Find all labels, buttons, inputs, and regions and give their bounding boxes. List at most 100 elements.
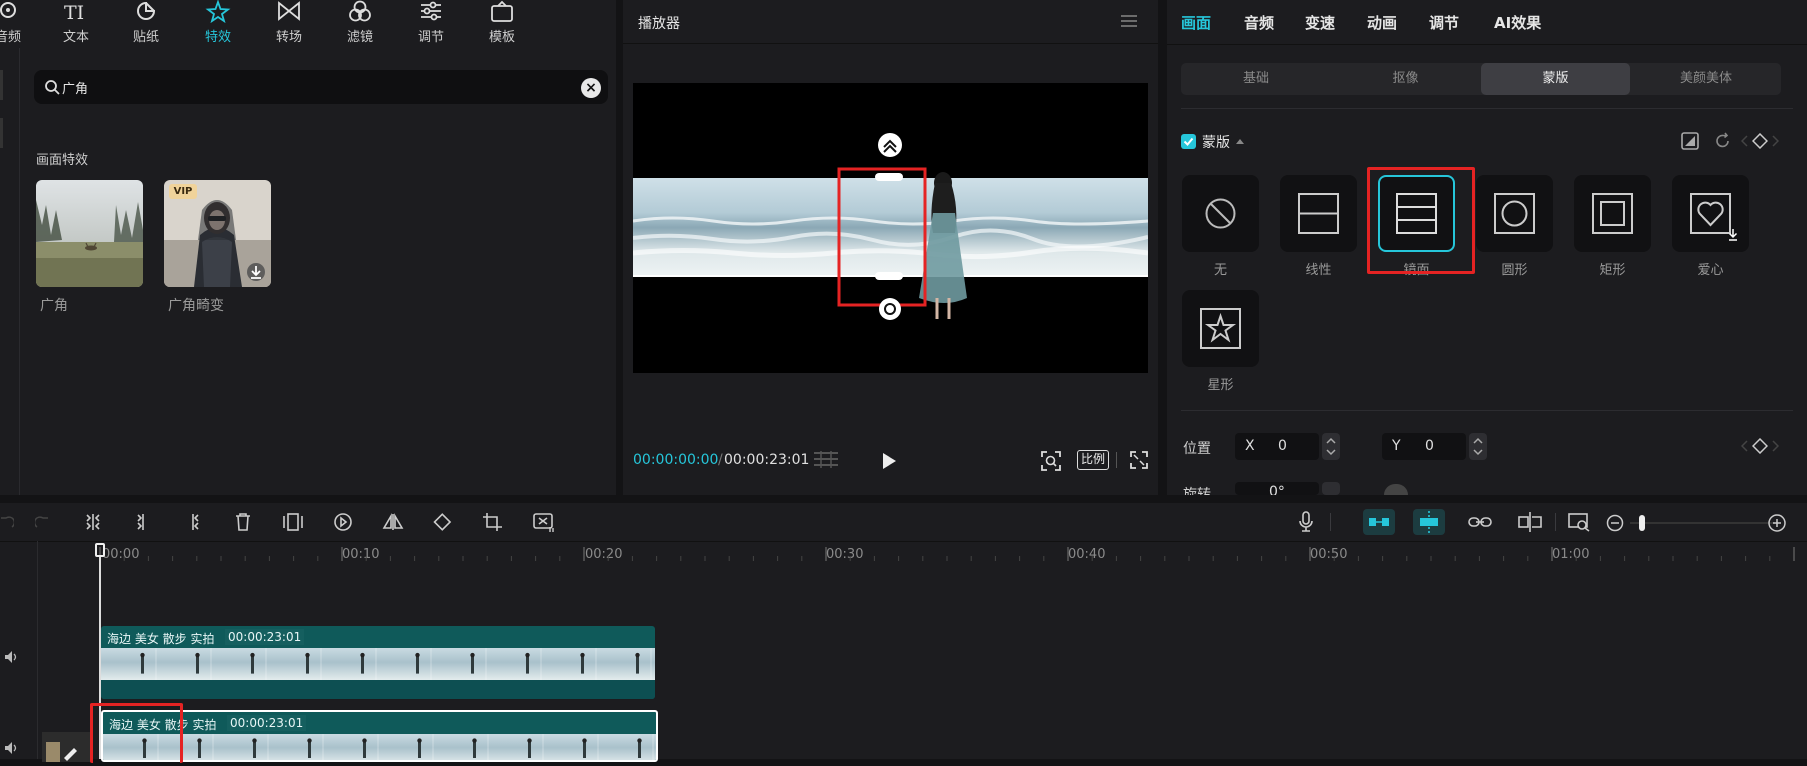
star-mask-icon <box>1200 308 1241 349</box>
clear-search-button[interactable]: × <box>581 78 601 98</box>
tab-picture[interactable]: 画面 <box>1181 12 1211 33</box>
video-clip[interactable]: 海边 美女 散步 实拍 00:00:23:01 <box>101 626 655 699</box>
text-icon: TI <box>64 2 84 24</box>
invert-mask-icon[interactable] <box>1681 132 1699 150</box>
redo-icon[interactable] <box>35 514 49 530</box>
effect-card-wide-angle-distortion[interactable]: VIP <box>164 180 271 287</box>
zoom-fit-icon[interactable] <box>1040 450 1062 472</box>
main-track-magnet-toggle[interactable] <box>1363 509 1395 535</box>
tab-ai-effects[interactable]: AI效果 <box>1494 12 1541 33</box>
keyframe-icon[interactable] <box>1752 438 1768 454</box>
delete-icon[interactable] <box>234 512 252 532</box>
player-title: 播放器 <box>638 16 680 32</box>
mask-label: 星形 <box>1207 378 1234 393</box>
tab-effects[interactable]: 特效 <box>188 0 248 48</box>
reverse-icon[interactable] <box>333 512 353 532</box>
y-axis-label: Y <box>1392 438 1401 454</box>
rotation-field[interactable]: 0° <box>1235 482 1319 495</box>
subtab-basic[interactable]: 基础 <box>1181 63 1331 95</box>
audio-waveform <box>101 680 655 699</box>
tab-transition[interactable]: 转场 <box>259 0 319 48</box>
rail-item[interactable] <box>0 118 3 148</box>
track-mute-icon[interactable] <box>4 741 20 755</box>
divider <box>1116 452 1117 468</box>
tab-text[interactable]: TI 文本 <box>46 0 106 48</box>
subtab-mask[interactable]: 蒙版 <box>1481 63 1630 95</box>
position-y-stepper[interactable] <box>1469 433 1487 460</box>
auto-snap-toggle[interactable] <box>1413 509 1445 535</box>
adjust-icon <box>421 1 441 21</box>
subtab-cutout[interactable]: 抠像 <box>1331 63 1480 95</box>
rotation-stepper[interactable] <box>1322 482 1340 495</box>
tab-speed[interactable]: 变速 <box>1305 12 1335 33</box>
split-icon[interactable] <box>84 512 102 532</box>
tab-adjust-props[interactable]: 调节 <box>1429 12 1459 33</box>
zoom-out-icon[interactable] <box>1606 514 1624 532</box>
rotate-icon[interactable] <box>432 512 454 532</box>
ai-cutout-icon[interactable] <box>532 511 556 533</box>
frame-figure <box>415 652 420 674</box>
play-icon[interactable] <box>881 452 897 470</box>
timeline-grid-icon[interactable] <box>812 450 840 470</box>
mask-linear[interactable] <box>1280 175 1357 252</box>
mask-rectangle[interactable] <box>1574 175 1651 252</box>
position-x-field[interactable]: X 0 <box>1235 433 1319 460</box>
frame-figure <box>197 738 202 758</box>
mask-none[interactable] <box>1182 175 1259 252</box>
preview-axis-icon[interactable] <box>1517 511 1543 533</box>
timeline-zoom-preview-icon[interactable] <box>1567 512 1591 532</box>
position-x-stepper[interactable] <box>1322 433 1340 460</box>
player-header: 播放器 <box>623 0 1158 44</box>
track-cover[interactable] <box>42 732 92 762</box>
effect-name: 广角畸变 <box>168 298 224 314</box>
position-y-field[interactable]: Y 0 <box>1382 433 1466 460</box>
tab-audio[interactable]: 音频 <box>0 0 38 48</box>
collapse-icon[interactable] <box>1235 137 1245 145</box>
track-mute-icon[interactable] <box>4 650 20 664</box>
mask-circle[interactable] <box>1476 175 1553 252</box>
zoom-slider-track[interactable] <box>1630 522 1775 524</box>
prev-keyframe-icon[interactable] <box>1741 135 1749 147</box>
split-right-icon[interactable] <box>184 512 202 532</box>
category-rail <box>0 48 20 495</box>
crop-icon[interactable] <box>482 512 504 532</box>
zoom-slider-handle[interactable] <box>1639 515 1645 531</box>
prev-keyframe-icon[interactable] <box>1741 440 1749 452</box>
rail-item[interactable] <box>0 70 3 100</box>
main-video-clip[interactable]: 海边 美女 散步 实拍 00:00:23:01 <box>101 710 658 762</box>
subtab-beauty[interactable]: 美颜美体 <box>1631 63 1781 95</box>
zoom-in-icon[interactable] <box>1767 513 1787 533</box>
mask-star[interactable] <box>1182 290 1259 367</box>
download-icon[interactable] <box>248 264 264 280</box>
rotation-knob[interactable] <box>1384 484 1408 495</box>
mask-heart[interactable] <box>1672 175 1749 252</box>
tab-adjust[interactable]: 调节 <box>401 0 461 48</box>
tab-audio-props[interactable]: 音频 <box>1244 12 1274 33</box>
ratio-button[interactable]: 比例 <box>1077 450 1109 470</box>
next-keyframe-icon[interactable] <box>1771 135 1779 147</box>
fullscreen-icon[interactable] <box>1130 451 1148 469</box>
freeze-icon[interactable] <box>282 512 304 532</box>
tab-template[interactable]: 模板 <box>472 0 532 48</box>
search-input[interactable] <box>62 77 542 97</box>
next-keyframe-icon[interactable] <box>1771 440 1779 452</box>
circle-mask-icon <box>1494 193 1535 234</box>
mirror-icon[interactable] <box>382 512 404 532</box>
playhead-handle[interactable] <box>95 543 105 557</box>
microphone-icon[interactable] <box>1298 511 1314 533</box>
link-icon[interactable] <box>1467 513 1493 531</box>
tab-sticker[interactable]: 贴纸 <box>116 0 176 48</box>
effect-card-wide-angle[interactable] <box>36 180 143 287</box>
frame-figure <box>472 738 477 758</box>
time-separator: / <box>718 452 723 468</box>
video-preview[interactable] <box>633 83 1148 373</box>
keyframe-icon[interactable] <box>1752 133 1768 149</box>
reset-icon[interactable] <box>1714 132 1732 150</box>
timeline-panel: 00:00 00:10 00:20 00:30 00:40 00:50 01:0… <box>0 503 1807 763</box>
mask-enable-checkbox[interactable] <box>1181 134 1196 149</box>
menu-icon[interactable] <box>1120 14 1138 28</box>
tab-filter[interactable]: 滤镜 <box>330 0 390 48</box>
undo-icon[interactable] <box>0 514 14 530</box>
tab-animation[interactable]: 动画 <box>1367 12 1397 33</box>
split-left-icon[interactable] <box>134 512 152 532</box>
